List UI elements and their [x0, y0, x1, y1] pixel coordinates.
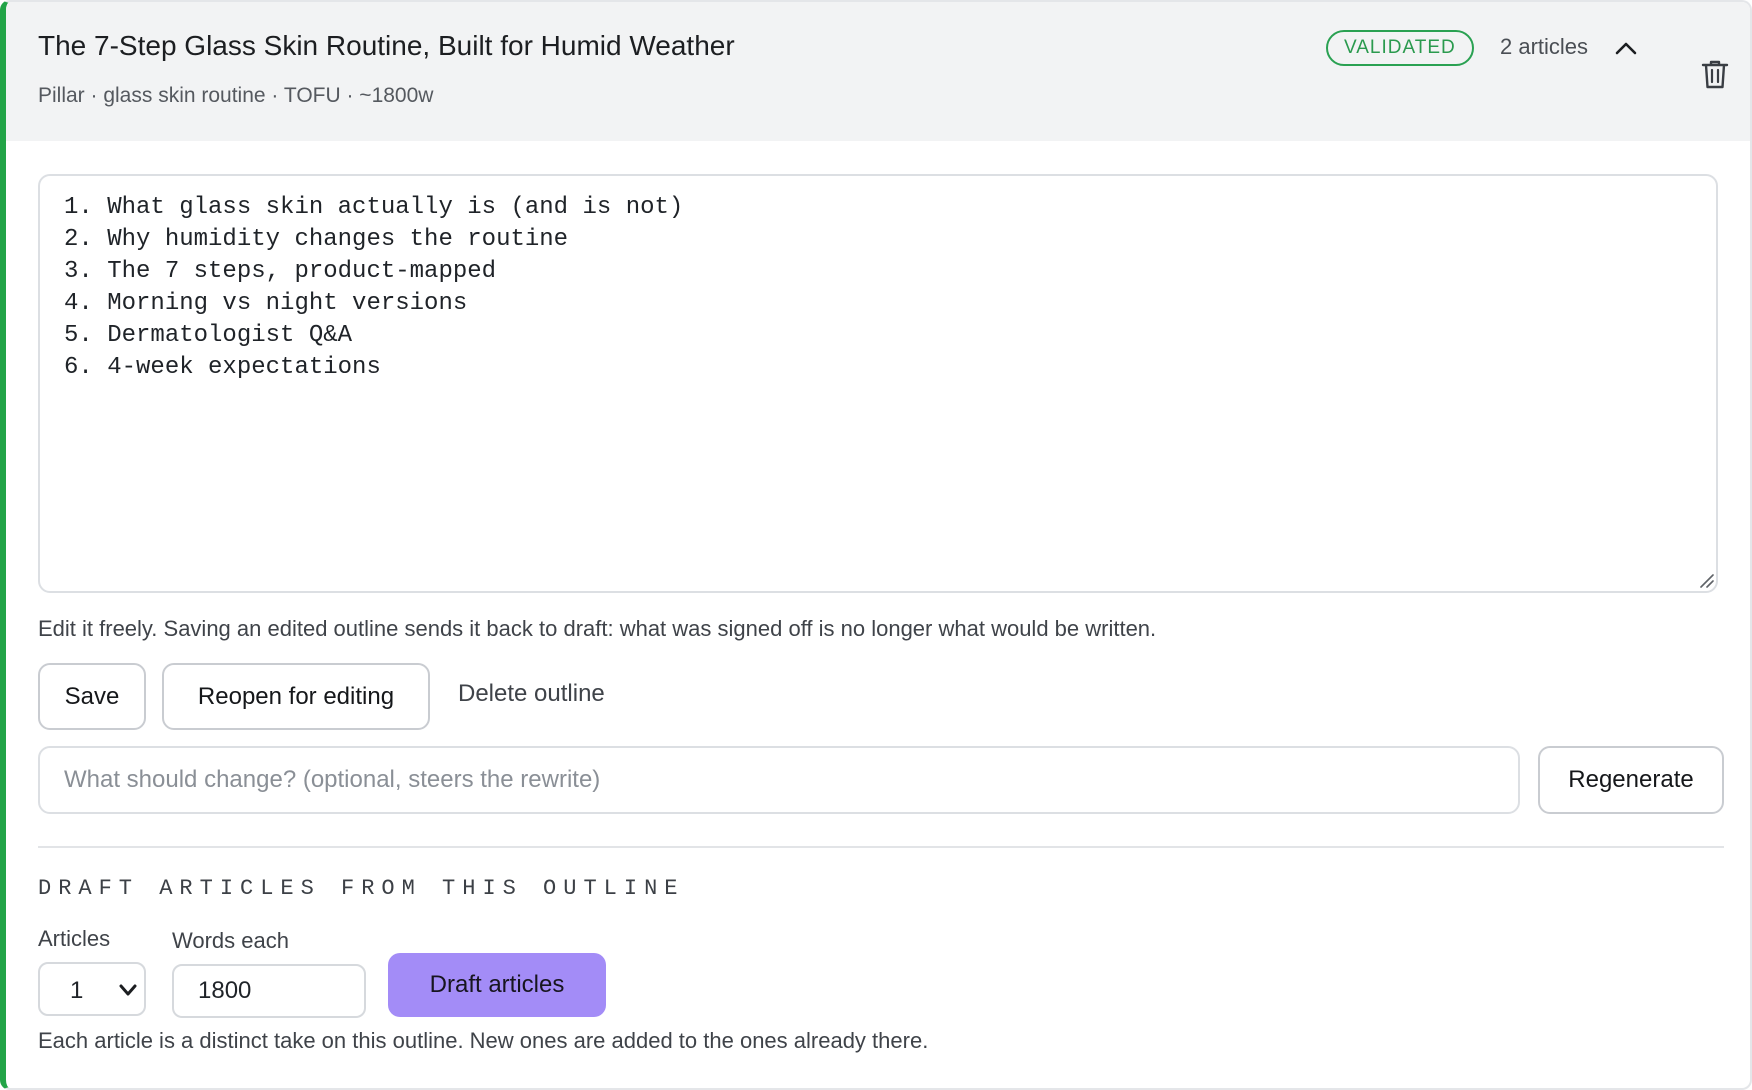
articles-select-value: 1: [70, 977, 84, 1004]
chevron-up-icon[interactable]: [1612, 34, 1640, 62]
regenerate-button[interactable]: Regenerate: [1538, 746, 1724, 814]
words-label: Words each: [172, 928, 289, 953]
articles-select[interactable]: 1: [38, 962, 146, 1016]
reopen-button[interactable]: Reopen for editing: [162, 663, 430, 730]
words-each-input[interactable]: [172, 964, 366, 1018]
outline-meta: Pillar · glass skin routine · TOFU · ~18…: [38, 84, 434, 107]
article-count: 2 articles: [1500, 34, 1589, 59]
save-button[interactable]: Save: [38, 663, 146, 730]
resize-handle-icon[interactable]: [1698, 572, 1714, 588]
draft-footnote: Each article is a distinct take on this …: [38, 1028, 929, 1053]
articles-label: Articles: [38, 926, 111, 951]
outline-title: The 7-Step Glass Skin Routine, Built for…: [38, 30, 735, 61]
status-badge: VALIDATED: [1326, 30, 1474, 66]
chevron-down-icon: [119, 984, 137, 996]
section-divider: [38, 846, 1724, 848]
draft-section-title: DRAFT ARTICLES FROM THIS OUTLINE: [38, 876, 685, 901]
edit-hint: Edit it freely. Saving an edited outline…: [38, 616, 1157, 641]
delete-outline-link[interactable]: Delete outline: [458, 680, 605, 708]
outline-card: The 7-Step Glass Skin Routine, Built for…: [0, 0, 1752, 1090]
outline-editor[interactable]: 1. What glass skin actually is (and is n…: [38, 174, 1718, 593]
draft-articles-button[interactable]: Draft articles: [388, 953, 606, 1017]
change-request-input[interactable]: [38, 746, 1520, 814]
outline-header[interactable]: The 7-Step Glass Skin Routine, Built for…: [6, 2, 1750, 141]
trash-icon[interactable]: [1700, 58, 1730, 90]
